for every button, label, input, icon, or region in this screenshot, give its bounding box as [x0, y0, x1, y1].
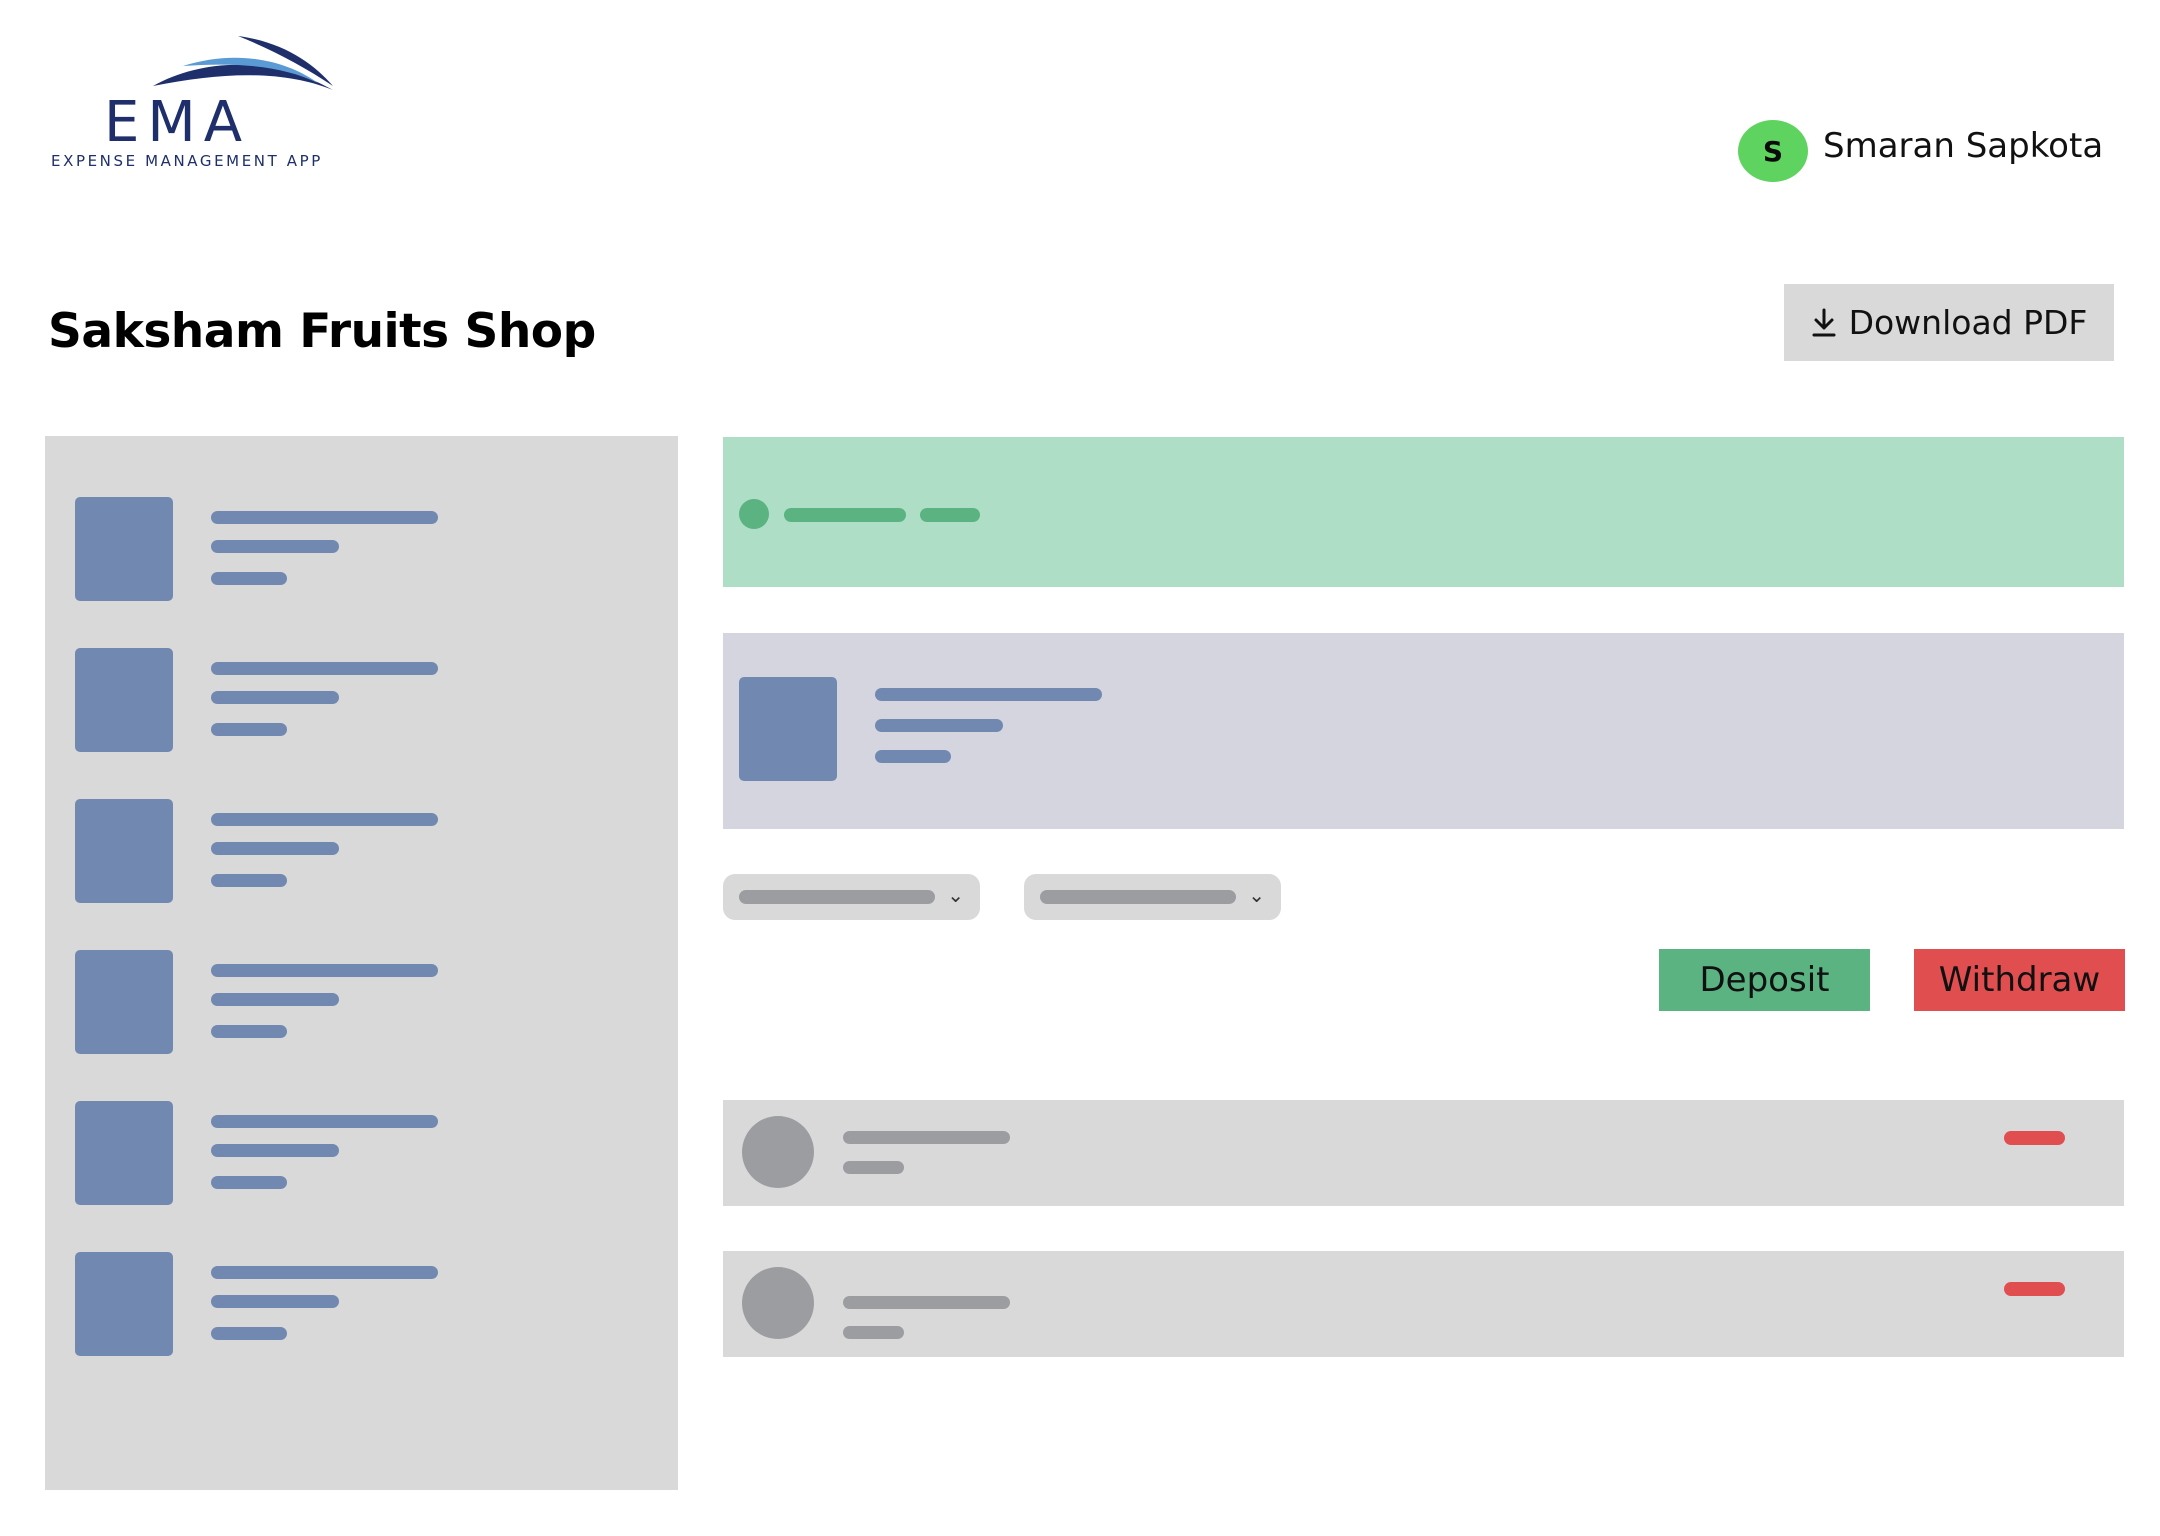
- placeholder-line: [843, 1326, 904, 1339]
- user-avatar[interactable]: S: [1738, 120, 1808, 182]
- shop-thumbnail: [75, 497, 173, 601]
- balance-summary-card: [723, 437, 2124, 587]
- placeholder-line: [784, 508, 906, 522]
- deposit-button[interactable]: Deposit: [1659, 949, 1870, 1011]
- placeholder-line: [211, 1266, 438, 1279]
- placeholder-line: [920, 508, 980, 522]
- chevron-down-icon: ⌄: [1248, 883, 1265, 907]
- logo-tagline: EXPENSE MANAGEMENT APP: [51, 152, 323, 170]
- placeholder-line: [211, 723, 287, 736]
- transaction-row[interactable]: [723, 1251, 2124, 1357]
- placeholder-line: [211, 1115, 438, 1128]
- app-logo[interactable]: EMA EXPENSE MANAGEMENT APP: [48, 28, 348, 178]
- amount-placeholder: [2004, 1282, 2065, 1296]
- placeholder-line: [211, 874, 287, 887]
- placeholder-line: [211, 842, 339, 855]
- placeholder-line: [211, 813, 438, 826]
- shop-thumbnail: [739, 677, 837, 781]
- withdraw-button[interactable]: Withdraw: [1914, 949, 2125, 1011]
- shop-thumbnail: [75, 648, 173, 752]
- placeholder-line: [211, 540, 339, 553]
- shop-list-item[interactable]: [75, 799, 475, 904]
- status-dot: [739, 499, 769, 529]
- user-name[interactable]: Smaran Sapkota: [1823, 126, 2103, 166]
- placeholder-line: [875, 688, 1102, 701]
- logo-wordmark: EMA: [104, 90, 251, 155]
- shop-list-item[interactable]: [75, 648, 475, 753]
- transaction-row[interactable]: [723, 1100, 2124, 1206]
- transaction-avatar: [742, 1267, 814, 1339]
- shop-detail-card: [723, 633, 2124, 829]
- shop-list-item[interactable]: [75, 950, 475, 1055]
- placeholder-line: [211, 1176, 287, 1189]
- download-pdf-label: Download PDF: [1848, 303, 2088, 342]
- placeholder-line: [875, 719, 1003, 732]
- placeholder-line: [843, 1161, 904, 1174]
- transaction-avatar: [742, 1116, 814, 1188]
- shop-list-item[interactable]: [75, 1252, 475, 1357]
- placeholder-line: [211, 662, 438, 675]
- placeholder-line: [211, 993, 339, 1006]
- placeholder-line: [1040, 890, 1236, 904]
- placeholder-line: [211, 1327, 287, 1340]
- placeholder-line: [843, 1296, 1010, 1309]
- placeholder-line: [843, 1131, 1010, 1144]
- amount-placeholder: [2004, 1131, 2065, 1145]
- placeholder-line: [211, 1025, 287, 1038]
- placeholder-line: [211, 1144, 339, 1157]
- placeholder-line: [739, 890, 935, 904]
- download-pdf-button[interactable]: Download PDF: [1784, 284, 2114, 361]
- shop-list-item[interactable]: [75, 497, 475, 602]
- shop-list-item[interactable]: [75, 1101, 475, 1206]
- placeholder-line: [211, 572, 287, 585]
- shop-list-panel: [45, 436, 678, 1490]
- placeholder-line: [211, 691, 339, 704]
- placeholder-line: [211, 511, 438, 524]
- shop-thumbnail: [75, 799, 173, 903]
- download-icon: [1812, 308, 1836, 336]
- placeholder-line: [211, 964, 438, 977]
- filter-dropdown-2[interactable]: ⌄: [1024, 874, 1281, 920]
- filter-dropdown-1[interactable]: ⌄: [723, 874, 980, 920]
- chevron-down-icon: ⌄: [947, 883, 964, 907]
- placeholder-line: [211, 1295, 339, 1308]
- shop-thumbnail: [75, 1252, 173, 1356]
- placeholder-line: [875, 750, 951, 763]
- shop-thumbnail: [75, 950, 173, 1054]
- page-title: Saksham Fruits Shop: [48, 304, 596, 359]
- shop-thumbnail: [75, 1101, 173, 1205]
